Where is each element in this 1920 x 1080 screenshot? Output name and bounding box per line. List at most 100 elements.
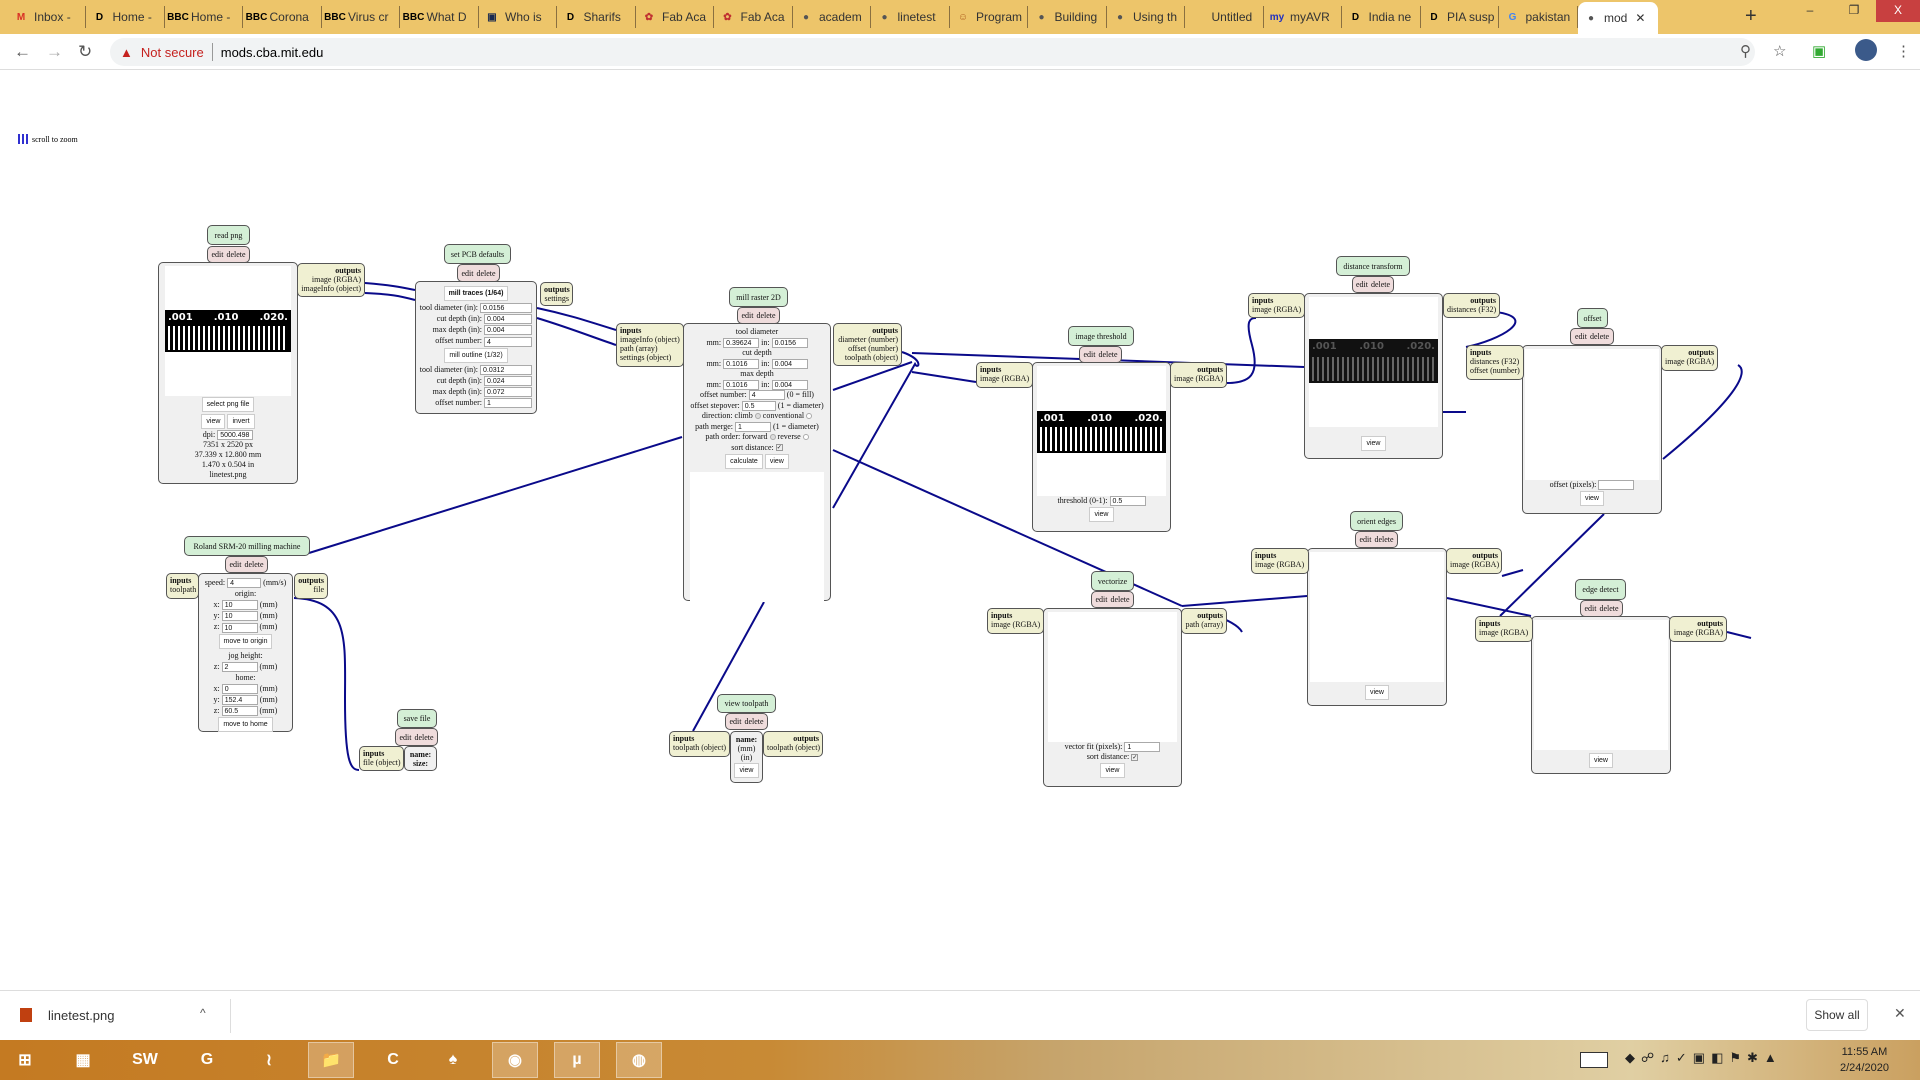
- node-title-edge-detect[interactable]: edge detect: [1575, 579, 1626, 600]
- minimize-button[interactable]: –: [1788, 0, 1832, 22]
- close-download-bar-icon[interactable]: ✕: [1894, 1005, 1906, 1022]
- climb-radio[interactable]: [754, 413, 761, 420]
- invert-button[interactable]: invert: [227, 414, 255, 429]
- max-depth-in-input[interactable]: 0.004: [771, 379, 808, 390]
- mill-traces-button[interactable]: mill traces (1/64): [443, 286, 509, 301]
- edit-button[interactable]: edit: [1095, 595, 1107, 604]
- url-text[interactable]: mods.cba.mit.edu: [221, 45, 324, 60]
- select-png-file-button[interactable]: select png file: [201, 397, 255, 412]
- edit-button[interactable]: edit: [229, 560, 241, 569]
- view-button[interactable]: view: [764, 454, 789, 469]
- node-title-mill-raster-2d[interactable]: mill raster 2D: [729, 287, 788, 307]
- tab[interactable]: ☺ Program: [950, 6, 1028, 28]
- tab[interactable]: ● Using th: [1107, 6, 1185, 28]
- roland-inputs[interactable]: inputs toolpath: [166, 573, 199, 599]
- distance-inputs[interactable]: inputs image (RGBA): [1248, 293, 1305, 318]
- solidworks-icon[interactable]: SW: [122, 1042, 168, 1078]
- sort-distance-checkbox[interactable]: ✓: [1131, 753, 1139, 761]
- tool-diameter-input[interactable]: 0.0156: [480, 303, 532, 314]
- edit-button[interactable]: edit: [461, 269, 473, 278]
- node-title-view-toolpath[interactable]: view toolpath: [717, 694, 776, 713]
- forward-radio[interactable]: [769, 434, 776, 441]
- view-button[interactable]: view: [1089, 507, 1114, 523]
- jog-height-input[interactable]: 2: [221, 661, 258, 672]
- view-button[interactable]: view: [1579, 491, 1604, 507]
- home-x-input[interactable]: 0: [221, 683, 258, 694]
- zoom-icon[interactable]: ⚲: [1740, 42, 1751, 60]
- offset-stepover-input[interactable]: 0.5: [741, 400, 776, 411]
- file-explorer-icon[interactable]: 📁: [308, 1042, 354, 1078]
- max-depth-input[interactable]: 0.004: [484, 325, 532, 336]
- delete-button[interactable]: delete: [1371, 280, 1390, 289]
- delete-button[interactable]: delete: [744, 717, 763, 726]
- delete-button[interactable]: delete: [476, 269, 495, 278]
- maximize-button[interactable]: ❐: [1832, 0, 1876, 22]
- extension-icon[interactable]: ▣: [1812, 42, 1826, 60]
- edit-button[interactable]: edit: [399, 733, 411, 742]
- vectorize-outputs[interactable]: outputs path (array): [1181, 608, 1227, 634]
- edit-button[interactable]: edit: [1584, 604, 1596, 613]
- tab[interactable]: M Inbox -: [8, 6, 86, 28]
- offset-number-input[interactable]: 1: [484, 398, 532, 409]
- download-item[interactable]: linetest.png: [48, 1008, 115, 1023]
- tab[interactable]: BBC What D: [401, 6, 479, 28]
- mill-raster-inputs[interactable]: inputs imageInfo (object) path (array) sett…: [616, 323, 684, 367]
- tab[interactable]: Untitled: [1186, 6, 1264, 28]
- not-secure-label[interactable]: Not secure: [141, 45, 204, 60]
- tab[interactable]: ● academ: [793, 6, 871, 28]
- close-window-button[interactable]: X: [1876, 0, 1920, 22]
- tab[interactable]: D Sharifs: [558, 6, 636, 28]
- save-file-inputs[interactable]: inputs file (object): [359, 746, 404, 771]
- delete-button[interactable]: delete: [1590, 332, 1609, 341]
- back-icon[interactable]: ←: [14, 42, 31, 62]
- node-title-roland-srm-20[interactable]: Roland SRM-20 milling machine: [184, 536, 310, 556]
- new-tab-button[interactable]: +: [1745, 5, 1757, 28]
- omnibox[interactable]: ▲ Not secure mods.cba.mit.edu: [110, 38, 1755, 66]
- tab[interactable]: D India ne: [1343, 6, 1421, 28]
- delete-button[interactable]: delete: [1599, 604, 1618, 613]
- node-title-orient-edges[interactable]: orient edges: [1350, 511, 1403, 531]
- conventional-radio[interactable]: [806, 413, 813, 420]
- origin-z-input[interactable]: 10: [221, 622, 258, 633]
- tab[interactable]: ✿ Fab Aca: [636, 6, 714, 28]
- speed-input[interactable]: 4: [227, 578, 262, 589]
- home-z-input[interactable]: 60.5: [221, 706, 258, 717]
- node-title-set-pcb-defaults[interactable]: set PCB defaults: [444, 244, 511, 264]
- tab-active[interactable]: ● mod ✕: [1578, 2, 1658, 34]
- cut-depth-input[interactable]: 0.004: [484, 314, 532, 325]
- tab[interactable]: ● Building: [1029, 6, 1107, 28]
- system-tray-icons[interactable]: ◆☍♫✓▣◧⚑✱▲: [1625, 1050, 1783, 1066]
- distance-outputs[interactable]: outputs distances (F32): [1443, 293, 1500, 318]
- view-toolpath-inputs[interactable]: inputs toolpath (object): [669, 731, 730, 757]
- tab[interactable]: BBC Home -: [165, 6, 243, 28]
- node-title-image-threshold[interactable]: image threshold: [1068, 326, 1134, 346]
- node-title-offset[interactable]: offset: [1577, 308, 1608, 328]
- origin-x-input[interactable]: 10: [221, 600, 258, 611]
- view-button[interactable]: view: [1364, 685, 1389, 700]
- bookmark-star-icon[interactable]: ☆: [1773, 42, 1786, 60]
- cut-depth-mm-input[interactable]: 0.1016: [723, 358, 760, 369]
- view-button[interactable]: view: [734, 763, 759, 778]
- set-pcb-outputs[interactable]: outputs settings: [540, 282, 573, 306]
- delete-button[interactable]: delete: [756, 311, 775, 320]
- delete-button[interactable]: delete: [1374, 535, 1393, 544]
- edit-button[interactable]: edit: [1083, 350, 1095, 359]
- menu-icon[interactable]: ⋮: [1896, 42, 1911, 60]
- delete-button[interactable]: delete: [1098, 350, 1117, 359]
- delete-button[interactable]: delete: [226, 250, 245, 259]
- node-title-distance-transform[interactable]: distance transform: [1336, 256, 1410, 276]
- max-depth-input[interactable]: 0.072: [484, 387, 532, 398]
- offset-outputs[interactable]: outputs image (RGBA): [1661, 345, 1718, 371]
- threshold-inputs[interactable]: inputs image (RGBA): [976, 362, 1033, 388]
- node-title-save-file[interactable]: save file: [397, 709, 437, 728]
- tool-diameter-in-input[interactable]: 0.0156: [771, 337, 808, 348]
- edit-button[interactable]: edit: [1359, 535, 1371, 544]
- threshold-input[interactable]: 0.5: [1109, 496, 1146, 507]
- offset-number-input[interactable]: 4: [748, 390, 785, 401]
- close-tab-icon[interactable]: ✕: [1635, 11, 1645, 25]
- dpi-input[interactable]: 5000.498: [217, 430, 254, 441]
- max-depth-mm-input[interactable]: 0.1016: [723, 379, 760, 390]
- orient-inputs[interactable]: inputs image (RGBA): [1251, 548, 1309, 574]
- idm-icon[interactable]: ◍: [616, 1042, 662, 1078]
- tab[interactable]: Gpakistan: [1500, 6, 1578, 28]
